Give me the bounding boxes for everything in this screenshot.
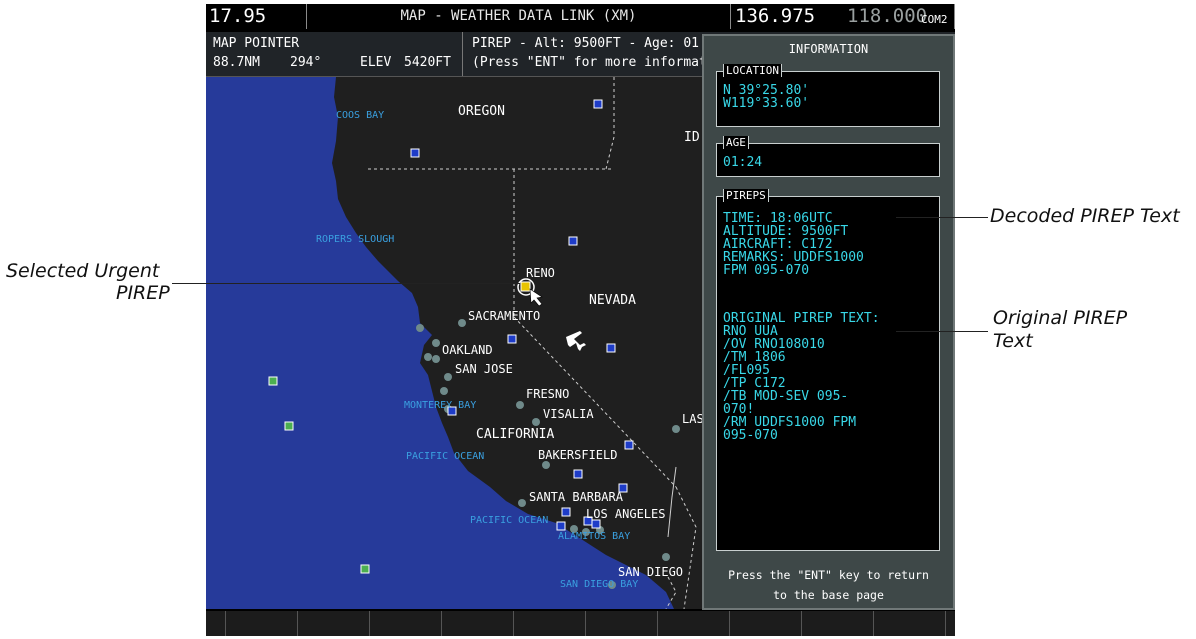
decoded-fpm: FPM 095-070 — [723, 263, 810, 278]
callout-original-pirep-text-1: Original PIREP — [993, 307, 1128, 329]
top-status-bar: 17.95 MAP - WEATHER DATA LINK (XM) 136.9… — [206, 4, 955, 29]
map-label-nevada: NEVADA — [589, 293, 636, 308]
softkey-10[interactable] — [874, 611, 946, 636]
decoded-pirep-text: TIME: 18:06UTC ALTITUDE: 9500FT AIRCRAFT… — [723, 212, 864, 277]
map-label-santa-barbara: SANTA BARBARA — [529, 490, 623, 504]
softkey-0[interactable] — [206, 611, 226, 636]
map-label-bakersfield: BAKERSFIELD — [538, 448, 618, 462]
callout-decoded-pirep-text: Decoded PIREP Text — [990, 205, 1180, 227]
softkey-8[interactable] — [730, 611, 802, 636]
softkey-bar — [206, 611, 955, 636]
information-panel: INFORMATION LOCATION N 39°25.80' W119°33… — [702, 34, 955, 610]
com2-standby-frequency: 118.000 — [847, 5, 928, 27]
location-box: LOCATION N 39°25.80' W119°33.60' — [716, 64, 940, 127]
pireps-box[interactable]: PIREPS TIME: 18:06UTC ALTITUDE: 9500FT A… — [716, 189, 940, 551]
map-label-coos-bay: COOS BAY — [336, 110, 385, 121]
map-label-alamitos-bay: ALAMITOS BAY — [558, 531, 631, 542]
map-pointer-box: MAP POINTER 88.7NM 294° ELEV 5420FT — [206, 32, 463, 76]
pireps-label: PIREPS — [723, 189, 769, 202]
original-line-9: 095-070 — [723, 428, 778, 443]
elevation-label: ELEV — [360, 55, 392, 70]
softkey-3[interactable] — [370, 611, 442, 636]
elevation-value: 5420FT — [404, 55, 451, 70]
map-label-san-diego: SAN DIEGO — [618, 565, 684, 579]
return-hint-line-2: to the base page — [773, 588, 884, 602]
return-hint-line-1: Press the "ENT" key to return — [728, 568, 929, 582]
pirep-banner-hint: (Press "ENT" for more information — [472, 55, 731, 70]
softkey-5[interactable] — [514, 611, 586, 636]
page-title: MAP - WEATHER DATA LINK (XM) — [307, 4, 731, 29]
map-label-las: LAS — [682, 412, 704, 426]
pirep-banner: PIREP - Alt: 9500FT - Age: 01:2 (Press "… — [464, 32, 730, 76]
location-label: LOCATION — [723, 64, 782, 77]
map-label-monterey-bay: MONTEREY BAY — [404, 400, 477, 411]
com2-frequency-box: 136.975 118.000 COM2 — [731, 4, 955, 29]
age-label: AGE — [723, 136, 749, 149]
com2-active-frequency: 136.975 — [735, 5, 816, 27]
map-label-los-angeles: LOS ANGELES — [586, 507, 666, 521]
softkey-7[interactable] — [658, 611, 730, 636]
map-pointer-title: MAP POINTER — [213, 36, 300, 51]
map-label-pacific-ocean-south: PACIFIC OCEAN — [470, 515, 549, 526]
map-label-san-diego-bay: SAN DIEGO BAY — [560, 579, 639, 590]
map-label-reno: RENO — [526, 266, 555, 280]
pirep-banner-summary: PIREP - Alt: 9500FT - Age: 01:2 — [472, 36, 715, 51]
com1-frequency: 17.95 — [206, 4, 307, 29]
map-label-id: ID — [684, 130, 700, 145]
age-box: AGE 01:24 — [716, 136, 940, 177]
map-label-pacific-ocean-north: PACIFIC OCEAN — [406, 451, 485, 462]
map-label-fresno: FRESNO — [526, 387, 570, 401]
map-pointer-distance: 88.7NM — [213, 55, 260, 70]
com2-label: COM2 — [921, 13, 948, 26]
map-label-oregon: OREGON — [458, 104, 505, 119]
softkey-6[interactable] — [586, 611, 658, 636]
callout-line-urgent — [172, 283, 520, 284]
map-label-visalia: VISALIA — [543, 407, 594, 421]
callout-selected-urgent-1: Selected Urgent — [6, 260, 160, 282]
softkey-1[interactable] — [226, 611, 298, 636]
age-value: 01:24 — [723, 155, 763, 170]
softkey-4[interactable] — [442, 611, 514, 636]
map-label-sacramento: SACRAMENTO — [468, 309, 541, 323]
callout-line-original — [896, 331, 988, 332]
information-title: INFORMATION — [788, 42, 869, 56]
softkey-2[interactable] — [298, 611, 370, 636]
original-pirep-text: ORIGINAL PIREP TEXT: RNO UUA /OV RNO1080… — [723, 312, 880, 442]
softkey-9[interactable] — [802, 611, 874, 636]
map-label-california: CALIFORNIA — [476, 427, 555, 442]
map-pointer-bearing: 294° — [290, 55, 322, 70]
callout-line-decoded — [896, 217, 988, 218]
map-label-oakland: OAKLAND — [442, 343, 493, 357]
callout-original-pirep-text-2: Text — [993, 330, 1033, 352]
map-label-san-jose: SAN JOSE — [455, 362, 513, 376]
location-longitude: W119°33.60' — [723, 96, 810, 111]
callout-selected-urgent-2: PIREP — [116, 282, 170, 304]
map-label-ropers-slough: ROPERS SLOUGH — [316, 234, 395, 245]
